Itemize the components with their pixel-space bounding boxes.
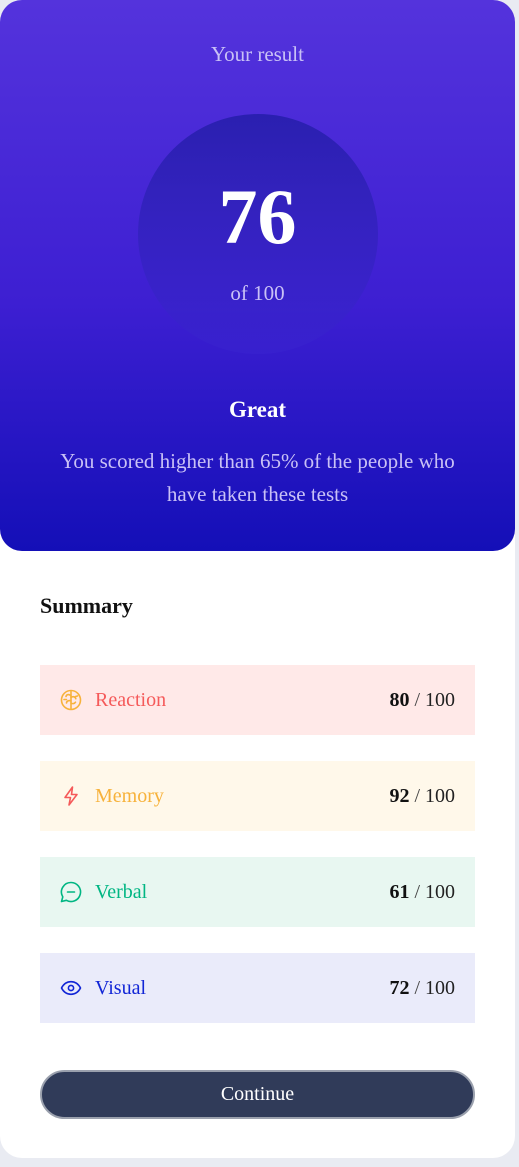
score-max: of 100 — [230, 281, 285, 305]
chat-bubble-icon — [60, 881, 82, 903]
summary-item-score: 61 — [389, 880, 410, 903]
summary-item-label: Reaction — [95, 688, 167, 711]
summary-title: Summary — [40, 593, 133, 618]
summary-item-separator: / — [414, 976, 420, 999]
rating-label: Great — [228, 397, 287, 422]
continue-button[interactable]: Continue — [40, 1070, 475, 1119]
summary-item-total: 100 — [425, 880, 455, 903]
result-description: You scored higher than 65% of the people… — [60, 449, 455, 506]
summary-item-score: 80 — [389, 688, 410, 711]
summary-item-label: Verbal — [95, 880, 148, 903]
summary-item-total: 100 — [425, 976, 455, 999]
eye-icon — [60, 977, 82, 999]
results-card: Your result 76 of 100 Great You scored h… — [0, 0, 515, 1158]
brain-icon — [60, 689, 82, 711]
lightning-icon — [60, 785, 82, 807]
summary-item-verbal: Verbal 61 / 100 — [40, 857, 475, 927]
summary-item-score: 92 — [389, 784, 410, 807]
summary-item-label: Memory — [95, 784, 164, 807]
result-panel: Your result 76 of 100 Great You scored h… — [0, 0, 515, 551]
summary-item-reaction: Reaction 80 / 100 — [40, 665, 475, 735]
summary-item-score: 72 — [389, 976, 410, 999]
summary-item-total: 100 — [425, 784, 455, 807]
result-title: Your result — [211, 42, 304, 66]
summary-item-memory: Memory 92 / 100 — [40, 761, 475, 831]
summary-item-visual: Visual 72 / 100 — [40, 953, 475, 1023]
summary-item-label: Visual — [95, 976, 147, 999]
summary-item-separator: / — [414, 880, 420, 903]
summary-item-total: 100 — [425, 688, 455, 711]
summary-item-separator: / — [414, 688, 420, 711]
summary-item-separator: / — [414, 784, 420, 807]
score-value: 76 — [218, 173, 297, 260]
